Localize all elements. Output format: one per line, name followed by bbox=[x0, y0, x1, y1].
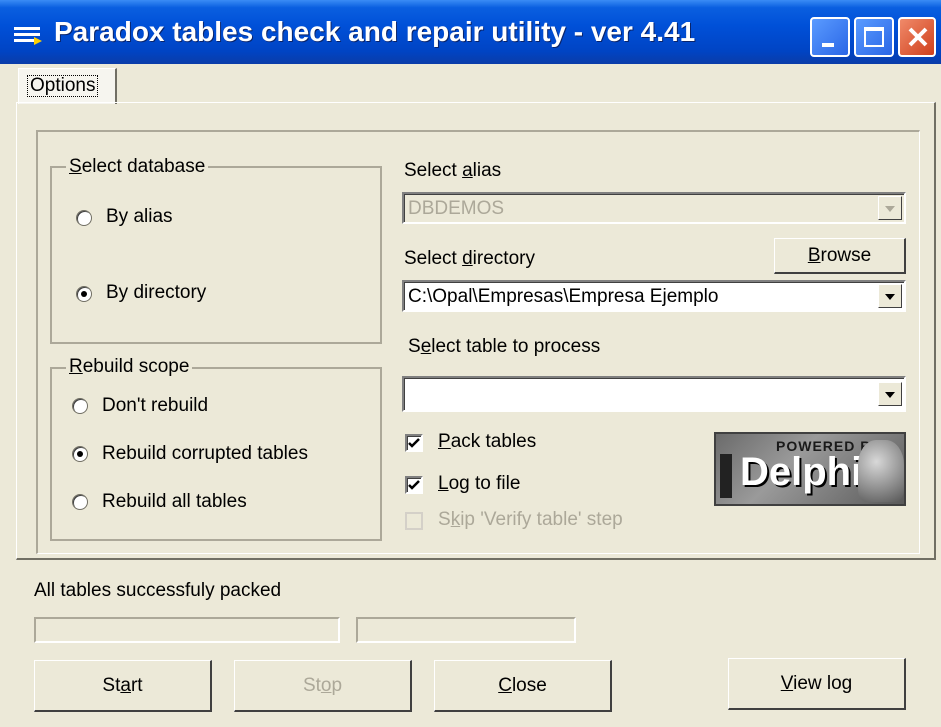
radio-dont-rebuild[interactable] bbox=[72, 398, 88, 414]
radio-selected-dot bbox=[81, 291, 87, 297]
minimize-icon bbox=[822, 43, 834, 47]
progress-bar-1 bbox=[34, 617, 340, 643]
rebuild-scope-title: Rebuild scope bbox=[66, 356, 193, 378]
alias-value: DBDEMOS bbox=[408, 198, 505, 219]
alias-combobox: DBDEMOS bbox=[402, 192, 906, 224]
tab-options-label: Options bbox=[27, 75, 99, 97]
start-button[interactable]: Start bbox=[34, 660, 212, 712]
close-button[interactable]: Close bbox=[434, 660, 612, 712]
radio-rebuild-corrupted[interactable] bbox=[72, 446, 88, 462]
title-bar[interactable]: Paradox tables check and repair utility … bbox=[0, 0, 941, 64]
logo-delphi-text: Delphi bbox=[740, 450, 863, 494]
select-database-group bbox=[50, 166, 382, 344]
app-window: Paradox tables check and repair utility … bbox=[0, 0, 941, 727]
chevron-down-icon bbox=[878, 196, 902, 220]
window-title: Paradox tables check and repair utility … bbox=[54, 16, 696, 47]
radio-dont-rebuild-label[interactable]: Don't rebuild bbox=[102, 395, 208, 417]
tab-options[interactable]: Options bbox=[18, 68, 117, 104]
view-log-button[interactable]: View log bbox=[728, 658, 906, 710]
status-text: All tables successfuly packed bbox=[34, 580, 282, 601]
maximize-icon bbox=[864, 27, 884, 47]
radio-by-directory[interactable] bbox=[76, 286, 92, 302]
select-alias-label: Select alias bbox=[404, 160, 502, 181]
radio-rebuild-all-label[interactable]: Rebuild all tables bbox=[102, 491, 247, 513]
radio-rebuild-corrupted-label[interactable]: Rebuild corrupted tables bbox=[102, 443, 308, 465]
radio-by-alias-label[interactable]: By alias bbox=[106, 206, 173, 228]
browse-button[interactable]: Browse bbox=[774, 238, 906, 274]
skip-verify-label: Skip 'Verify table' step bbox=[438, 509, 623, 530]
close-window-button[interactable] bbox=[898, 17, 936, 57]
checkmark-icon bbox=[408, 480, 420, 490]
select-table-label: Select table to process bbox=[408, 336, 601, 357]
table-combobox[interactable] bbox=[402, 376, 906, 412]
minimize-button[interactable] bbox=[810, 17, 850, 57]
pack-tables-label[interactable]: Pack tables bbox=[438, 431, 536, 453]
progress-bar-2 bbox=[356, 617, 576, 643]
directory-combobox[interactable]: C:\Opal\Empresas\Empresa Ejemplo bbox=[402, 280, 906, 312]
select-database-title: Select database bbox=[66, 156, 209, 178]
radio-selected-dot bbox=[77, 451, 83, 457]
pack-tables-checkbox[interactable] bbox=[405, 434, 423, 452]
radio-by-alias[interactable] bbox=[76, 210, 92, 226]
radio-by-directory-label[interactable]: By directory bbox=[106, 282, 206, 304]
radio-rebuild-all[interactable] bbox=[72, 494, 88, 510]
logo-side-band bbox=[720, 454, 732, 498]
stop-button: Stop bbox=[234, 660, 412, 712]
select-directory-label: Select directory bbox=[404, 248, 535, 269]
log-to-file-label[interactable]: Log to file bbox=[438, 473, 520, 495]
maximize-button[interactable] bbox=[854, 17, 894, 57]
checkmark-icon bbox=[408, 438, 420, 448]
chevron-down-icon[interactable] bbox=[878, 382, 902, 406]
skip-verify-checkbox bbox=[405, 512, 423, 530]
logo-bust-image bbox=[858, 440, 904, 502]
close-icon bbox=[908, 27, 928, 47]
app-icon bbox=[14, 27, 42, 45]
powered-by-delphi-logo: POWERED BY Delphi bbox=[714, 432, 906, 506]
log-to-file-checkbox[interactable] bbox=[405, 476, 423, 494]
directory-value: C:\Opal\Empresas\Empresa Ejemplo bbox=[408, 286, 719, 307]
chevron-down-icon[interactable] bbox=[878, 284, 902, 308]
